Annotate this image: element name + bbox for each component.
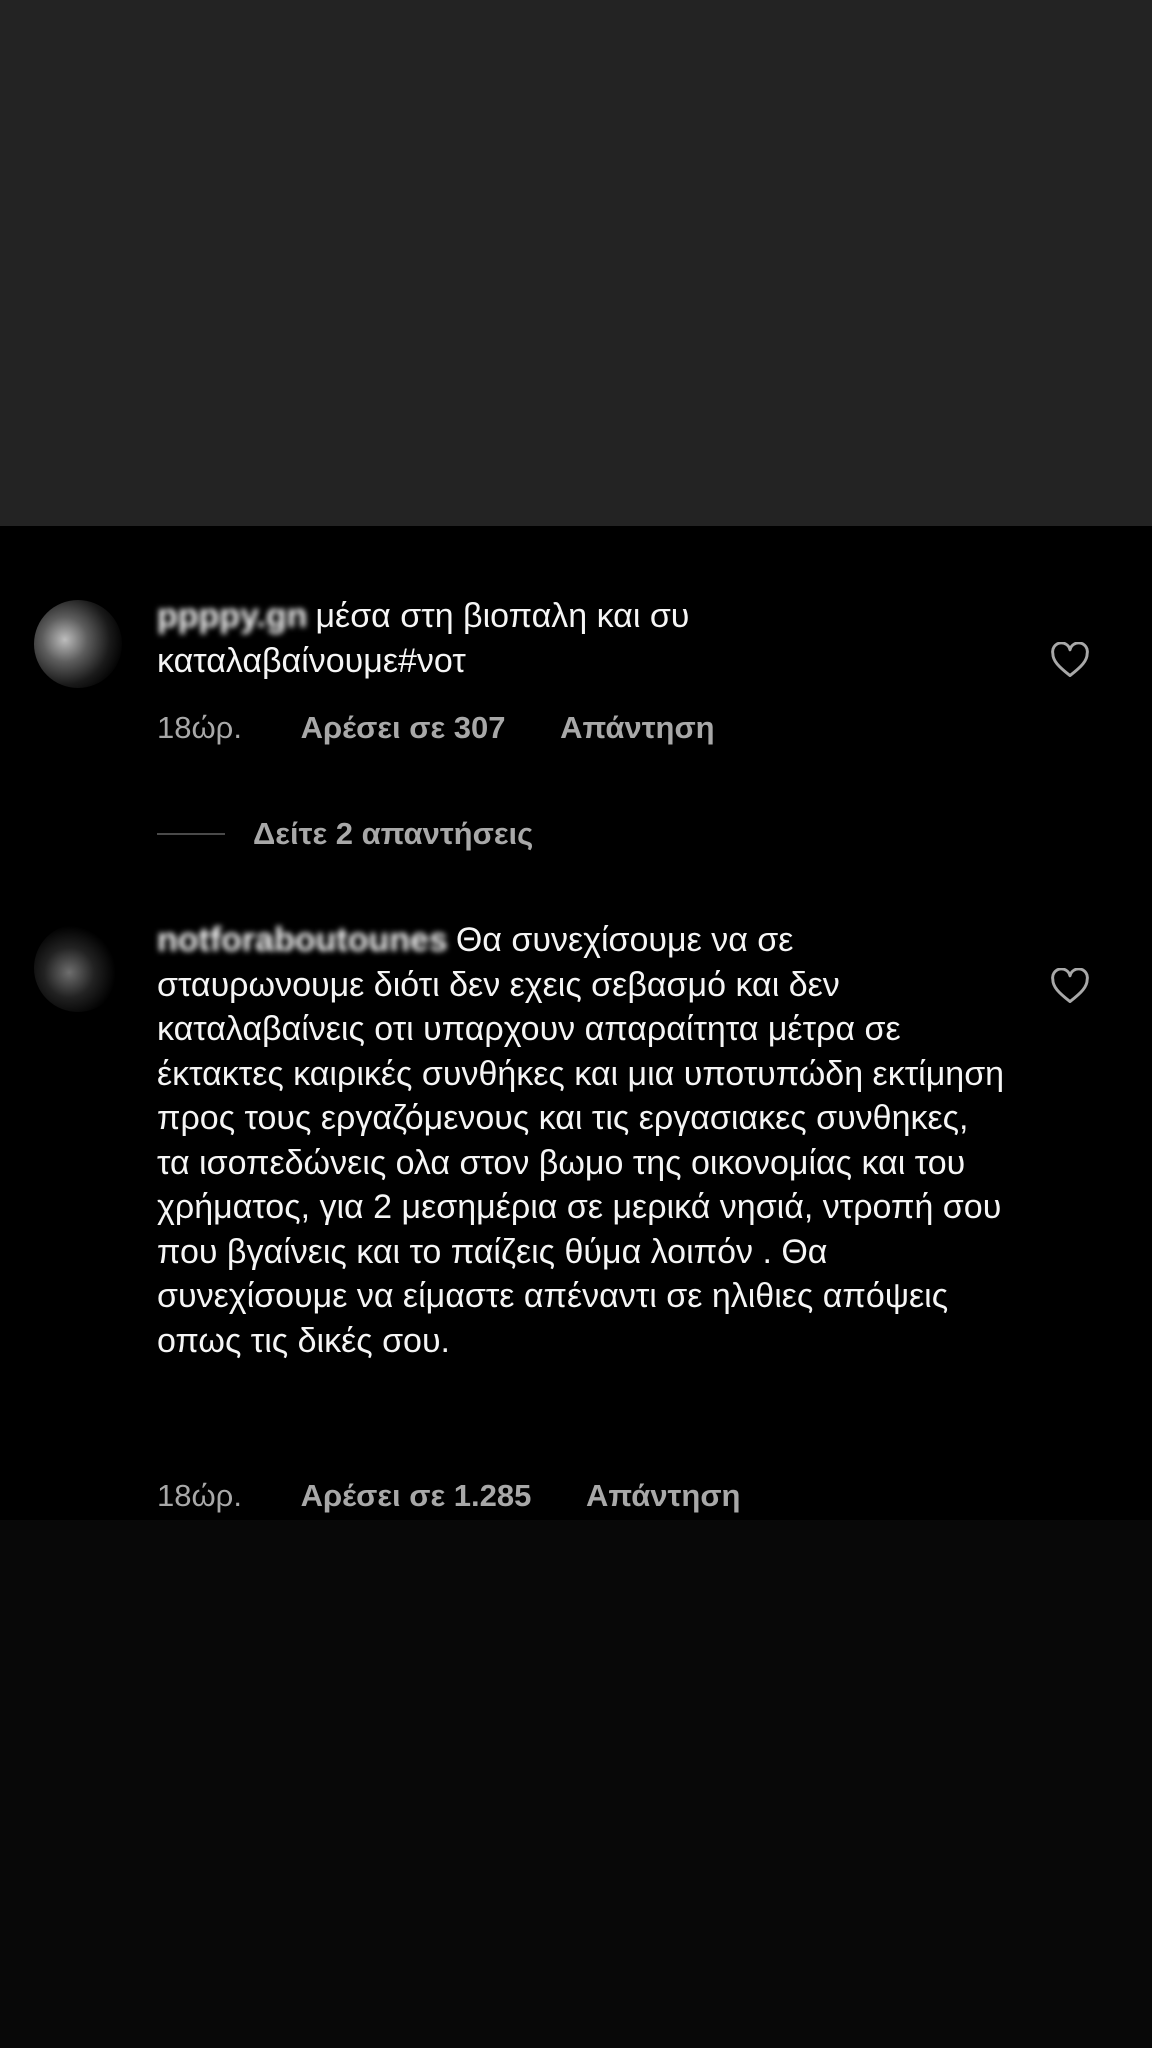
comment-text: Θα συνεχίσουμε να σε σταυρωνουμε διότι δ… <box>157 921 1005 1360</box>
comment-likes[interactable]: Αρέσει σε 1.285 <box>301 1478 532 1513</box>
comment-time: 18ώρ. <box>157 1478 242 1513</box>
reply-button[interactable]: Απάντηση <box>560 710 714 745</box>
replies-divider <box>157 833 225 835</box>
comment-time: 18ώρ. <box>157 710 242 745</box>
comments-screenshot: ppppy.gn μέσα στη βιοπαλη και συ καταλαβα… <box>0 526 1152 1520</box>
view-replies-label: Δείτε 2 απαντήσεις <box>253 816 534 851</box>
avatar[interactable] <box>34 924 122 1012</box>
view-replies-button[interactable]: Δείτε 2 απαντήσεις <box>157 816 533 852</box>
heart-icon[interactable] <box>1050 642 1090 678</box>
comment-body: notforaboutounes Θα συνεχίσουμε να σε στα… <box>157 918 1007 1363</box>
comment-meta: 18ώρ. Αρέσει σε 1.285 Απάντηση <box>157 1478 786 1514</box>
avatar[interactable] <box>34 600 122 688</box>
heart-icon[interactable] <box>1050 968 1090 1004</box>
comment-body: ppppy.gn μέσα στη βιοπαλη και συ καταλαβα… <box>157 594 1007 683</box>
comment-username[interactable]: notforaboutounes <box>157 921 448 959</box>
comment-likes[interactable]: Αρέσει σε 307 <box>301 710 506 745</box>
reply-button[interactable]: Απάντηση <box>586 1478 740 1513</box>
top-background <box>0 0 1152 526</box>
comment-meta: 18ώρ. Αρέσει σε 307 Απάντηση <box>157 710 761 746</box>
comment-username[interactable]: ppppy.gn <box>157 597 307 635</box>
